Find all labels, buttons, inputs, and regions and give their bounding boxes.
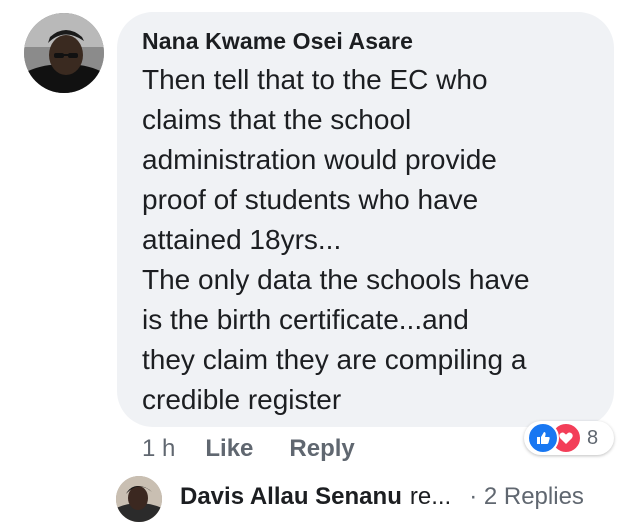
avatar-photo: [24, 13, 104, 93]
like-button[interactable]: Like: [205, 435, 253, 463]
comment-line: credible register: [142, 384, 342, 415]
comment-line: administration would provide: [142, 144, 497, 175]
view-replies-row[interactable]: Davis Allau Senanu re... · 2 Replies: [180, 483, 584, 511]
comment-line: proof of students who have: [142, 184, 479, 215]
reply-button[interactable]: Reply: [289, 435, 354, 463]
reply-avatar-photo: [116, 476, 162, 522]
reply-snippet: re...: [409, 483, 452, 510]
comment-actions: 1 h Like Reply: [142, 433, 355, 465]
reply-author-name[interactable]: Davis Allau Senanu: [180, 483, 402, 511]
comment-line: is the birth certificate...and: [142, 304, 469, 335]
comment-line: The only data the schools have: [142, 264, 530, 295]
comment-line: they claim they are compiling a: [142, 344, 527, 375]
reaction-count: 8: [587, 426, 599, 449]
commenter-avatar[interactable]: [24, 13, 104, 93]
reactions-summary[interactable]: 8: [524, 421, 614, 455]
comment-author-name[interactable]: Nana Kwame Osei Asare: [142, 28, 413, 55]
like-icon: [527, 422, 559, 454]
reply-author-avatar[interactable]: [116, 476, 162, 522]
comment-line: Then tell that to the EC who: [142, 64, 488, 95]
comment-timestamp[interactable]: 1 h: [142, 435, 175, 463]
replies-count-link[interactable]: · 2 Replies: [469, 483, 584, 511]
comment-line: attained 18yrs...: [142, 224, 342, 255]
comment-body: Then tell that to the EC who claims that…: [142, 60, 612, 420]
comment-line: claims that the school: [142, 104, 412, 135]
